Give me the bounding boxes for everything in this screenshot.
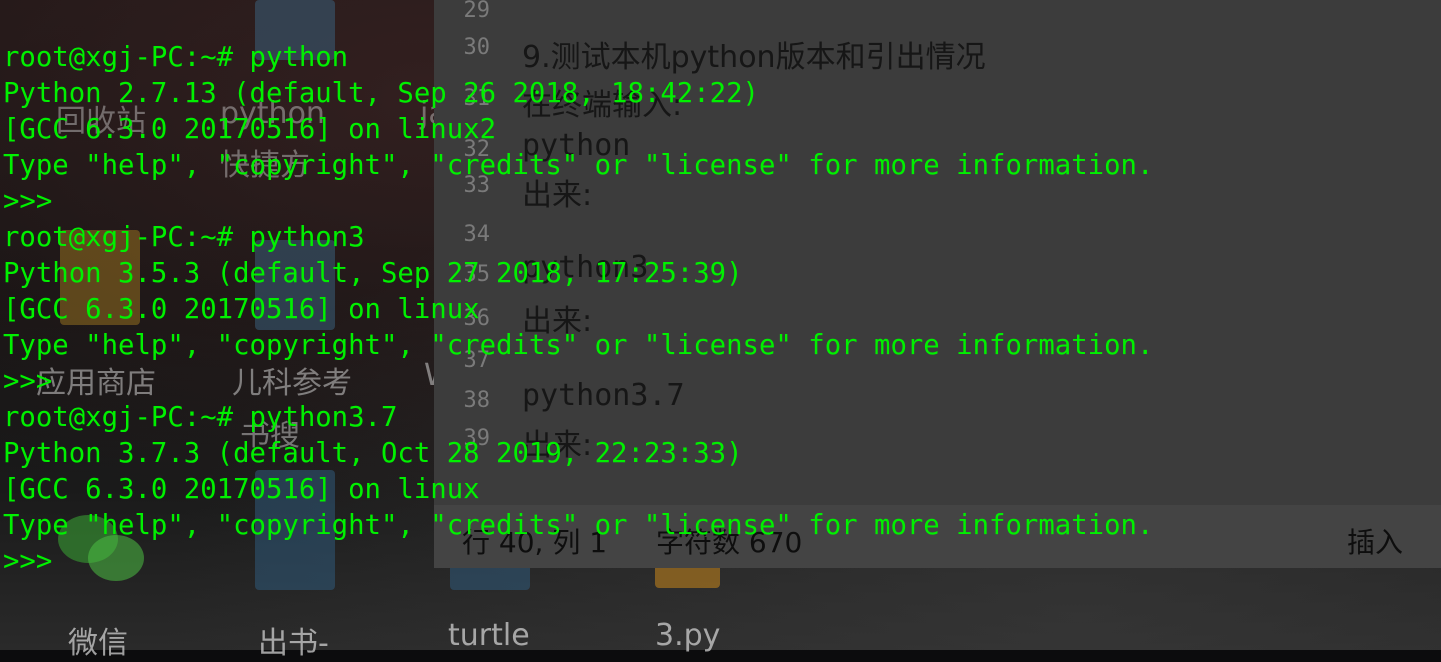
- terminal-line: Python 3.7.3 (default, Oct 28 2019, 22:2…: [3, 438, 743, 469]
- terminal-input-prompt[interactable]: >>>: [3, 544, 52, 580]
- terminal-prompt: >>>: [3, 366, 53, 397]
- terminal-line: root@xgj-PC:~# python3: [3, 222, 365, 253]
- terminal-line: Type "help", "copyright", "credits" or "…: [3, 330, 1154, 361]
- terminal-line: Type "help", "copyright", "credits" or "…: [3, 510, 1154, 541]
- terminal-line: [GCC 6.3.0 20170516] on linux: [3, 294, 480, 325]
- terminal-output[interactable]: root@xgj-PC:~# python Python 2.7.13 (def…: [0, 0, 1441, 650]
- terminal-line: Python 3.5.3 (default, Sep 27 2018, 17:2…: [3, 258, 743, 289]
- terminal-prompt: >>>: [3, 186, 53, 217]
- terminal-line: Type "help", "copyright", "credits" or "…: [3, 150, 1154, 181]
- terminal-line: [GCC 6.3.0 20170516] on linux: [3, 474, 480, 505]
- terminal-line: root@xgj-PC:~# python: [3, 42, 349, 73]
- terminal-line: Python 2.7.13 (default, Sep 26 2018, 18:…: [3, 78, 759, 109]
- terminal-line: [GCC 6.3.0 20170516] on linux2: [3, 114, 497, 145]
- terminal-line: root@xgj-PC:~# python3.7: [3, 402, 398, 433]
